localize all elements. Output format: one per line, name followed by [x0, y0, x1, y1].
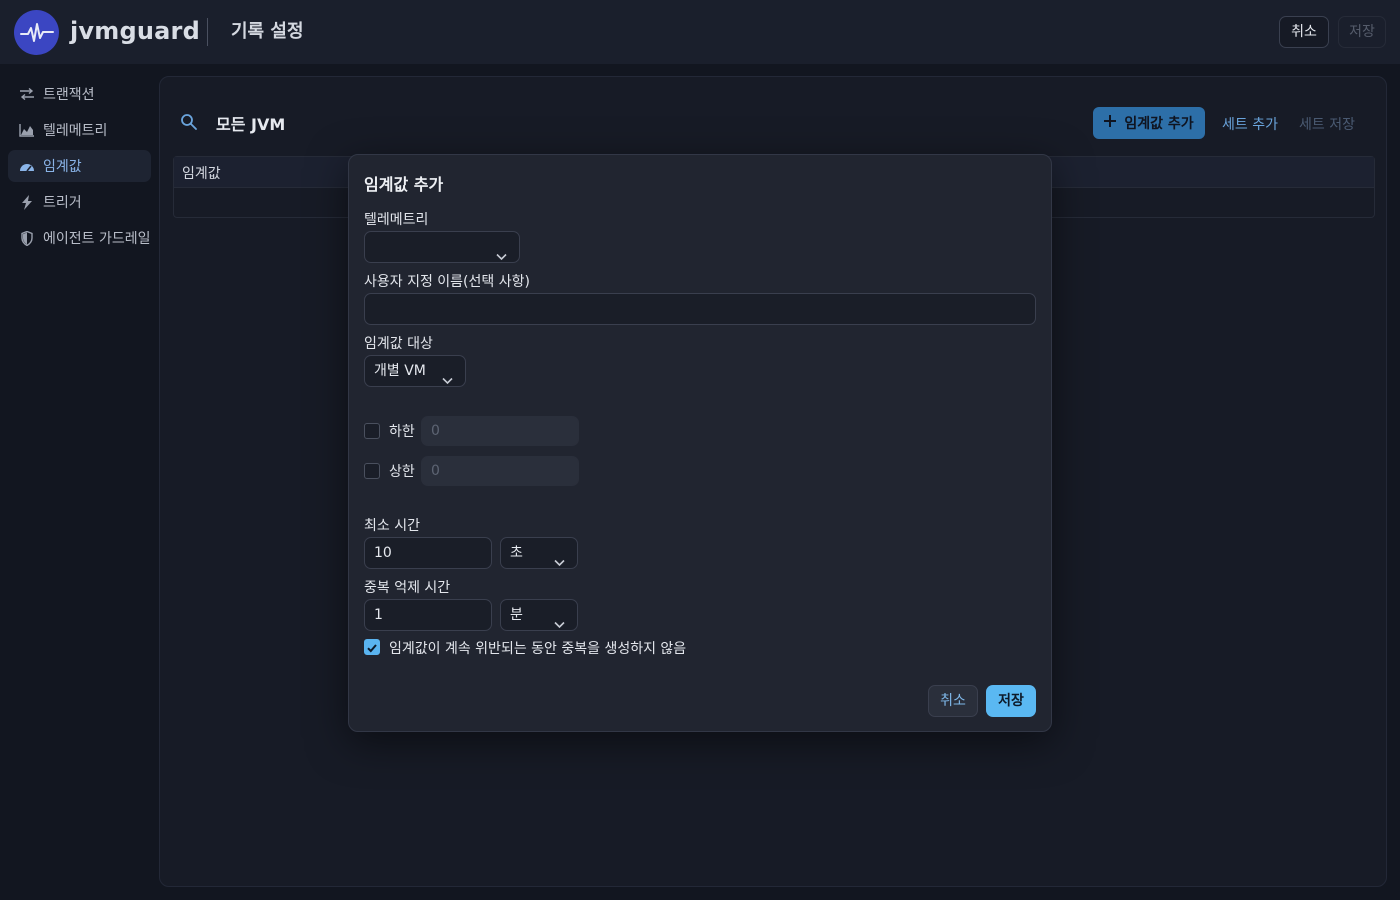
no-duplicates-label: 임계값이 계속 위반되는 동안 중복을 생성하지 않음	[389, 641, 687, 657]
sidebar-item-agent-guardrails[interactable]: 에이전트 가드레일	[8, 222, 151, 254]
shield-icon	[17, 228, 37, 248]
upper-limit-input[interactable]: 0	[421, 456, 579, 486]
sidebar-item-telemetry[interactable]: 텔레메트리	[8, 114, 151, 146]
sidebar: 트랜잭션 텔레메트리 임계값 트리거 에이전트 가드레일	[0, 64, 158, 900]
header-save-button[interactable]: 저장	[1338, 16, 1386, 48]
app-header: jvmguard 기록 설정 취소 저장	[0, 0, 1400, 64]
telemetry-label: 텔레메트리	[364, 212, 429, 228]
add-set-link[interactable]: 세트 추가	[1222, 114, 1278, 134]
column-header-threshold[interactable]: 임계값	[182, 163, 221, 183]
gauge-icon	[17, 156, 37, 176]
dialog-title: 임계값 추가	[364, 175, 444, 194]
threshold-target-select[interactable]: 개별 VM	[364, 355, 466, 387]
sidebar-item-label: 트리거	[43, 195, 82, 211]
chevron-down-icon	[496, 242, 507, 272]
sidebar-item-transactions[interactable]: 트랜잭션	[8, 78, 151, 110]
upper-limit-label: 상한	[389, 464, 415, 480]
plus-icon	[1104, 115, 1117, 131]
add-threshold-dialog: 임계값 추가 텔레메트리 사용자 지정 이름(선택 사항) 임계값 대상 개별 …	[348, 154, 1052, 732]
chevron-down-icon	[442, 366, 453, 396]
transactions-icon	[17, 84, 37, 104]
dedup-time-unit-value: 분	[510, 607, 523, 623]
brand-name: jvmguard	[70, 17, 200, 45]
lower-limit-input[interactable]: 0	[421, 416, 579, 446]
add-threshold-button[interactable]: 임계값 추가	[1093, 107, 1205, 139]
jvmguard-logo-icon	[14, 10, 59, 55]
telemetry-select[interactable]	[364, 231, 520, 263]
lightning-icon	[17, 192, 37, 212]
lower-limit-checkbox[interactable]	[364, 423, 380, 439]
sidebar-item-label: 트랜잭션	[43, 87, 95, 103]
sidebar-item-triggers[interactable]: 트리거	[8, 186, 151, 218]
jvm-scope-title: 모든 JVM	[216, 115, 286, 134]
sidebar-item-label: 텔레메트리	[43, 123, 108, 139]
threshold-target-label: 임계값 대상	[364, 336, 433, 352]
add-threshold-label: 임계값 추가	[1124, 116, 1194, 132]
telemetry-chart-icon	[17, 120, 37, 140]
min-time-input[interactable]: 10	[364, 537, 492, 569]
checkmark-icon	[367, 644, 377, 653]
chevron-down-icon	[554, 548, 565, 578]
lower-limit-label: 하한	[389, 424, 415, 440]
search-icon[interactable]	[180, 113, 198, 135]
chevron-down-icon	[554, 610, 565, 640]
header-cancel-button[interactable]: 취소	[1279, 16, 1329, 48]
upper-limit-checkbox[interactable]	[364, 463, 380, 479]
header-divider	[207, 18, 208, 46]
custom-name-input[interactable]	[364, 293, 1036, 325]
dedup-time-input[interactable]: 1	[364, 599, 492, 631]
dedup-time-label: 중복 억제 시간	[364, 580, 451, 596]
custom-name-label: 사용자 지정 이름(선택 사항)	[364, 274, 530, 290]
sidebar-item-label: 임계값	[43, 159, 82, 175]
sidebar-item-label: 에이전트 가드레일	[43, 231, 151, 247]
sidebar-item-thresholds[interactable]: 임계값	[8, 150, 151, 182]
threshold-target-value: 개별 VM	[374, 363, 426, 379]
min-time-label: 최소 시간	[364, 518, 420, 534]
page-title: 기록 설정	[231, 21, 304, 42]
save-set-link[interactable]: 세트 저장	[1299, 114, 1355, 134]
dialog-cancel-button[interactable]: 취소	[928, 685, 978, 717]
min-time-unit-select[interactable]: 초	[500, 537, 578, 569]
no-duplicates-checkbox[interactable]	[364, 639, 380, 655]
dialog-save-button[interactable]: 저장	[986, 685, 1036, 717]
min-time-unit-value: 초	[510, 545, 523, 561]
dedup-time-unit-select[interactable]: 분	[500, 599, 578, 631]
